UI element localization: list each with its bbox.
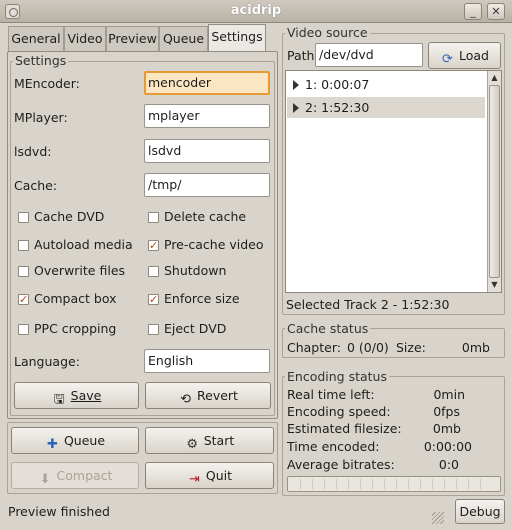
expand-arrow-icon[interactable] — [293, 103, 299, 113]
save-button-label: Save — [70, 388, 102, 403]
cache-status-label: Cache status — [285, 321, 371, 336]
window-title: acidrip — [230, 3, 282, 18]
download-icon: ⬇ — [39, 472, 51, 487]
compact-button[interactable]: ⬇ Compact — [11, 462, 139, 489]
pre-cache-video-label[interactable]: Pre-cache video — [164, 237, 264, 252]
mplayer-label: MPlayer: — [14, 110, 68, 125]
delete-cache-checkbox[interactable] — [148, 212, 159, 223]
video-source-label: Video source — [285, 25, 370, 40]
ppc-cropping-label[interactable]: PPC cropping — [34, 321, 116, 336]
real-time-left-label: Real time left: — [287, 387, 375, 402]
start-icon: ⚙ — [186, 437, 199, 452]
track-list[interactable]: 1: 0:00:07 2: 1:52:30 ▲ ▼ — [285, 70, 502, 293]
tab-general[interactable]: General — [8, 26, 64, 51]
autoload-media-checkbox[interactable] — [18, 240, 29, 251]
tab-video[interactable]: Video — [64, 26, 106, 51]
refresh-icon: ⟳ — [442, 52, 453, 67]
revert-icon: ⟲ — [180, 392, 191, 407]
tab-preview[interactable]: Preview — [106, 26, 159, 51]
scroll-down-arrow-icon[interactable]: ▼ — [488, 278, 501, 292]
encoding-speed-value: 0fps — [433, 404, 460, 419]
language-label: Language: — [14, 354, 80, 369]
debug-button[interactable]: Debug — [455, 499, 505, 524]
quit-button[interactable]: ⇥ Quit — [145, 462, 274, 489]
eject-dvd-label[interactable]: Eject DVD — [164, 321, 226, 336]
quit-button-label: Quit — [205, 468, 233, 483]
pre-cache-video-checkbox[interactable]: ✓ — [148, 240, 159, 251]
size-label: Size: — [396, 340, 426, 355]
estimated-filesize-value: 0mb — [432, 421, 461, 436]
cache-field[interactable]: /tmp/ — [144, 173, 270, 197]
compact-button-label: Compact — [56, 468, 113, 483]
mencoder-field[interactable]: mencoder — [144, 71, 270, 95]
settings-group-label: Settings — [13, 53, 69, 68]
average-bitrates-label: Average bitrates: — [287, 457, 395, 472]
title-bar: acidrip _ ✕ — [0, 0, 512, 23]
load-button[interactable]: ⟳ Load — [428, 42, 501, 69]
start-button[interactable]: ⚙ Start — [145, 427, 274, 454]
lsdvd-label: lsdvd: — [14, 144, 52, 159]
time-encoded-value: 0:00:00 — [423, 439, 472, 454]
status-text: Preview finished — [8, 504, 110, 519]
language-field[interactable]: English — [144, 349, 270, 373]
chapter-value: 0 (0/0) — [347, 340, 389, 355]
start-button-label: Start — [203, 433, 235, 448]
shutdown-checkbox[interactable] — [148, 266, 159, 277]
close-button[interactable]: ✕ — [487, 3, 505, 20]
delete-cache-label[interactable]: Delete cache — [164, 209, 246, 224]
overwrite-files-label[interactable]: Overwrite files — [34, 263, 125, 278]
chapter-label: Chapter: — [287, 340, 341, 355]
encoding-progress-bar — [287, 476, 501, 492]
compact-box-label[interactable]: Compact box — [34, 291, 117, 306]
floppy-disk-icon: 🖫 — [53, 392, 65, 407]
mencoder-label: MEncoder: — [14, 76, 80, 91]
scroll-up-arrow-icon[interactable]: ▲ — [488, 71, 501, 85]
cache-label: Cache: — [14, 178, 58, 193]
queue-button-label: Queue — [63, 433, 106, 448]
revert-button-label: Revert — [197, 388, 238, 403]
minimize-button[interactable]: _ — [464, 3, 482, 20]
status-bar: Preview finished Debug — [0, 498, 512, 530]
lsdvd-field[interactable]: lsdvd — [144, 139, 270, 163]
track-1-label: 1: 0:00:07 — [305, 77, 370, 92]
encoding-status-label: Encoding status — [285, 369, 389, 384]
track-row-1[interactable]: 1: 0:00:07 — [287, 74, 500, 95]
cache-dvd-label[interactable]: Cache DVD — [34, 209, 104, 224]
selected-track-text: Selected Track 2 - 1:52:30 — [286, 297, 450, 312]
path-field[interactable]: /dev/dvd — [315, 43, 423, 67]
tab-settings[interactable]: Settings — [208, 24, 266, 52]
queue-button[interactable]: ✚ Queue — [11, 427, 139, 454]
resize-grip-icon[interactable] — [432, 512, 444, 524]
load-button-label: Load — [459, 48, 489, 63]
shutdown-label[interactable]: Shutdown — [164, 263, 226, 278]
track-2-label: 2: 1:52:30 — [305, 100, 370, 115]
expand-arrow-icon[interactable] — [293, 80, 299, 90]
track-row-2[interactable]: 2: 1:52:30 — [287, 97, 485, 118]
scroll-thumb[interactable] — [489, 85, 500, 278]
enforce-size-checkbox[interactable]: ✓ — [148, 294, 159, 305]
cache-dvd-checkbox[interactable] — [18, 212, 29, 223]
mplayer-field[interactable]: mplayer — [144, 104, 270, 128]
enforce-size-label[interactable]: Enforce size — [164, 291, 240, 306]
size-value: 0mb — [461, 340, 490, 355]
ppc-cropping-checkbox[interactable] — [18, 324, 29, 335]
real-time-left-value: 0min — [433, 387, 465, 402]
average-bitrates-value: 0:0 — [438, 457, 459, 472]
save-button[interactable]: 🖫 Save — [14, 382, 139, 409]
overwrite-files-checkbox[interactable] — [18, 266, 29, 277]
track-list-scrollbar[interactable]: ▲ ▼ — [487, 71, 501, 292]
revert-button[interactable]: ⟲ Revert — [145, 382, 271, 409]
encoding-speed-label: Encoding speed: — [287, 404, 391, 419]
path-label: Path — [287, 48, 315, 63]
compact-box-checkbox[interactable]: ✓ — [18, 294, 29, 305]
eject-dvd-checkbox[interactable] — [148, 324, 159, 335]
estimated-filesize-label: Estimated filesize: — [287, 421, 402, 436]
tab-queue[interactable]: Queue — [159, 26, 208, 51]
autoload-media-label[interactable]: Autoload media — [34, 237, 133, 252]
time-encoded-label: Time encoded: — [287, 439, 380, 454]
exit-icon: ⇥ — [188, 472, 200, 487]
add-icon: ✚ — [47, 437, 58, 452]
